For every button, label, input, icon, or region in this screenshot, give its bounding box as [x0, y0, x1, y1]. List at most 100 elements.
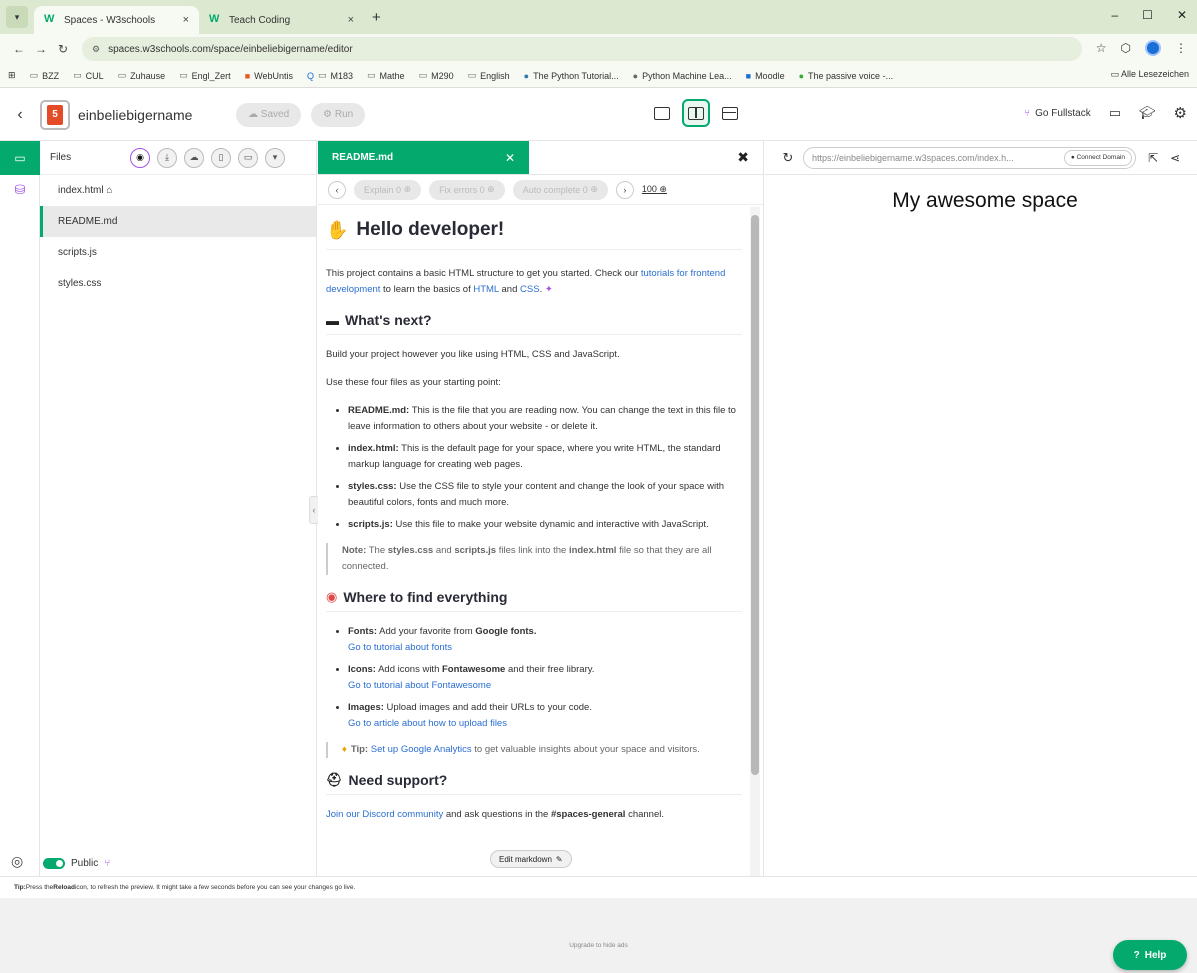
- ai-credits[interactable]: 100 ⊕: [642, 184, 667, 195]
- file-item-readme-md[interactable]: README.md: [40, 206, 316, 237]
- layout-horizontal-button[interactable]: [716, 99, 744, 127]
- bookmark-item[interactable]: ▭ M290: [419, 70, 454, 81]
- instagram-icon[interactable]: ◎: [11, 853, 23, 870]
- bookmark-item[interactable]: ■ Moodle: [746, 71, 785, 81]
- all-bookmarks[interactable]: ▭ Alle Lesezeichen: [1110, 69, 1189, 80]
- close-window-icon[interactable]: ✕: [1177, 8, 1187, 22]
- files-panel-icon[interactable]: ▭: [0, 141, 40, 175]
- bookmark-item[interactable]: ● The Python Tutorial...: [524, 71, 619, 81]
- back-arrow-icon[interactable]: ‹: [0, 106, 40, 124]
- bookmark-item[interactable]: ▭ English: [468, 70, 510, 81]
- bookmark-item[interactable]: ● The passive voice -...: [799, 71, 893, 81]
- bookmark-q-icon: Q: [306, 70, 314, 81]
- file-item-styles-css[interactable]: styles.css: [40, 268, 316, 299]
- reload-tip-bar: Tip: Press the Reload icon, to refresh t…: [0, 876, 1197, 898]
- file-item-index-html[interactable]: index.html ⌂: [40, 175, 316, 206]
- apps-icon[interactable]: ⊞: [8, 70, 16, 81]
- fonts-tutorial-link[interactable]: Go to tutorial about fonts: [348, 642, 452, 653]
- back-icon[interactable]: ←: [8, 42, 30, 56]
- tab-close-icon[interactable]: ×: [183, 14, 189, 26]
- chevron-right-icon[interactable]: ›: [615, 180, 634, 199]
- new-tab-button[interactable]: +: [372, 9, 381, 26]
- browser-menu-icon[interactable]: ⋮: [1175, 41, 1187, 55]
- bookmark-item[interactable]: ■ WebUntis: [245, 71, 293, 81]
- upload-files-link[interactable]: Go to article about how to upload files: [348, 718, 507, 729]
- chevron-left-icon[interactable]: ‹: [328, 180, 346, 199]
- database-icon[interactable]: ⛁: [0, 175, 40, 205]
- bookmark-star-icon[interactable]: ☆: [1096, 41, 1107, 55]
- folder-icon: ▭: [117, 70, 127, 80]
- go-fullstack-button[interactable]: ⑂ Go Fullstack: [1024, 108, 1091, 119]
- files-header: Files ◉ ⤓ ☁ ▯ ▭ ▾: [40, 141, 316, 175]
- bookmark-item[interactable]: ▭ Zuhause: [118, 70, 166, 81]
- maximize-icon[interactable]: ☐: [1142, 8, 1153, 22]
- edit-markdown-button[interactable]: Edit markdown ✎: [490, 850, 572, 868]
- bookmark-item[interactable]: ▭ CUL: [73, 70, 104, 81]
- editor-scrollbar[interactable]: [750, 207, 760, 876]
- scrollbar-thumb[interactable]: [751, 215, 759, 775]
- explain-button[interactable]: Explain 0 ⊕: [354, 179, 422, 200]
- auto-complete-button[interactable]: Auto complete 0 ⊕: [512, 179, 608, 200]
- token-icon: ⊕: [403, 184, 412, 194]
- minimize-icon[interactable]: –: [1111, 8, 1118, 22]
- forward-icon[interactable]: →: [30, 42, 52, 56]
- bookmark-item[interactable]: ▭ Mathe: [367, 70, 405, 81]
- html-link[interactable]: HTML: [473, 284, 499, 295]
- open-external-icon[interactable]: ⇱: [1148, 151, 1158, 165]
- help-button[interactable]: ? Help: [1113, 940, 1187, 970]
- browser-tab-teach-coding[interactable]: W Teach Coding ×: [199, 6, 364, 34]
- files-list: README.md: This is the file that you are…: [348, 403, 742, 533]
- reload-icon[interactable]: ↻: [52, 42, 74, 56]
- css-link[interactable]: CSS: [520, 284, 540, 295]
- fix-errors-button[interactable]: Fix errors 0 ⊕: [429, 179, 505, 200]
- discord-link[interactable]: Join our Discord community: [326, 809, 443, 820]
- bookmark-item[interactable]: ● Python Machine Lea...: [633, 71, 732, 81]
- download-button[interactable]: ⤓: [157, 147, 177, 168]
- extensions-icon[interactable]: ⬡: [1121, 41, 1131, 55]
- split-pane-icon: [688, 106, 704, 120]
- project-name[interactable]: einbeliebigername: [78, 107, 236, 123]
- preview-toolbar: ↻ https://einbeliebigername.w3spaces.com…: [765, 141, 1197, 175]
- upgrade-link[interactable]: Upgrade to hide ads: [0, 942, 1197, 949]
- public-toggle[interactable]: [43, 857, 65, 869]
- google-analytics-link[interactable]: Set up Google Analytics: [371, 744, 472, 755]
- site-info-icon[interactable]: ⚙: [92, 44, 100, 55]
- fontawesome-tutorial-link[interactable]: Go to tutorial about Fontawesome: [348, 680, 491, 691]
- share-icon[interactable]: ⋖: [1170, 151, 1180, 165]
- terminal-icon[interactable]: ▭: [1109, 105, 1121, 121]
- layout-single-button[interactable]: [648, 99, 676, 127]
- editor-tab-readme[interactable]: README.md ✕: [318, 141, 529, 174]
- cloud-upload-button[interactable]: ☁: [184, 147, 204, 168]
- bookmark-item[interactable]: Q ▭ M183: [307, 70, 353, 81]
- tab-close-icon[interactable]: ×: [348, 14, 354, 26]
- profile-avatar[interactable]: [1145, 40, 1161, 56]
- list-item: Images: Upload images and add their URLs…: [348, 700, 742, 732]
- github-button[interactable]: ◉: [130, 147, 150, 168]
- folder-icon: ▭: [467, 70, 477, 80]
- run-button[interactable]: ⚙ Run: [311, 102, 366, 127]
- tab-search-menu[interactable]: ▾: [6, 6, 28, 28]
- reload-preview-icon[interactable]: ↻: [773, 150, 803, 166]
- browser-tabbar: ▾ W Spaces - W3schools × W Teach Coding …: [0, 0, 1197, 34]
- bookmark-item[interactable]: ▭ BZZ: [30, 70, 60, 81]
- settings-gear-icon[interactable]: ⚙: [1174, 104, 1187, 122]
- preview-url-field[interactable]: https://einbeliebigername.w3spaces.com/i…: [803, 146, 1136, 169]
- check-icon: ●: [798, 70, 805, 81]
- new-folder-button[interactable]: ▭: [238, 147, 258, 168]
- browser-navbar: ← → ↻ ⚙ spaces.w3schools.com/space/einbe…: [0, 34, 1197, 64]
- new-file-button[interactable]: ▯: [211, 147, 231, 168]
- editor-panel: README.md ✕ ✖ ‹ Explain 0 ⊕ Fix errors 0…: [318, 141, 764, 876]
- close-tab-icon[interactable]: ✕: [505, 151, 515, 165]
- folder-icon: ▭: [29, 70, 39, 80]
- saved-button[interactable]: ☁ Saved: [236, 102, 302, 127]
- token-icon: ⊕: [590, 184, 598, 194]
- connect-domain-button[interactable]: ● Connect Domain: [1063, 149, 1132, 166]
- bookmark-item[interactable]: ▭ Engl_Zert: [179, 70, 231, 81]
- more-chevron-icon[interactable]: ▾: [265, 147, 285, 168]
- browser-tab-spaces[interactable]: W Spaces - W3schools ×: [34, 6, 199, 34]
- graduation-cap-icon[interactable]: 🎓︎: [1139, 105, 1156, 121]
- file-item-scripts-js[interactable]: scripts.js: [40, 237, 316, 268]
- address-bar[interactable]: ⚙ spaces.w3schools.com/space/einbeliebig…: [82, 37, 1082, 61]
- layout-split-button[interactable]: [682, 99, 710, 127]
- collapse-editor-icon[interactable]: ✖: [737, 149, 749, 166]
